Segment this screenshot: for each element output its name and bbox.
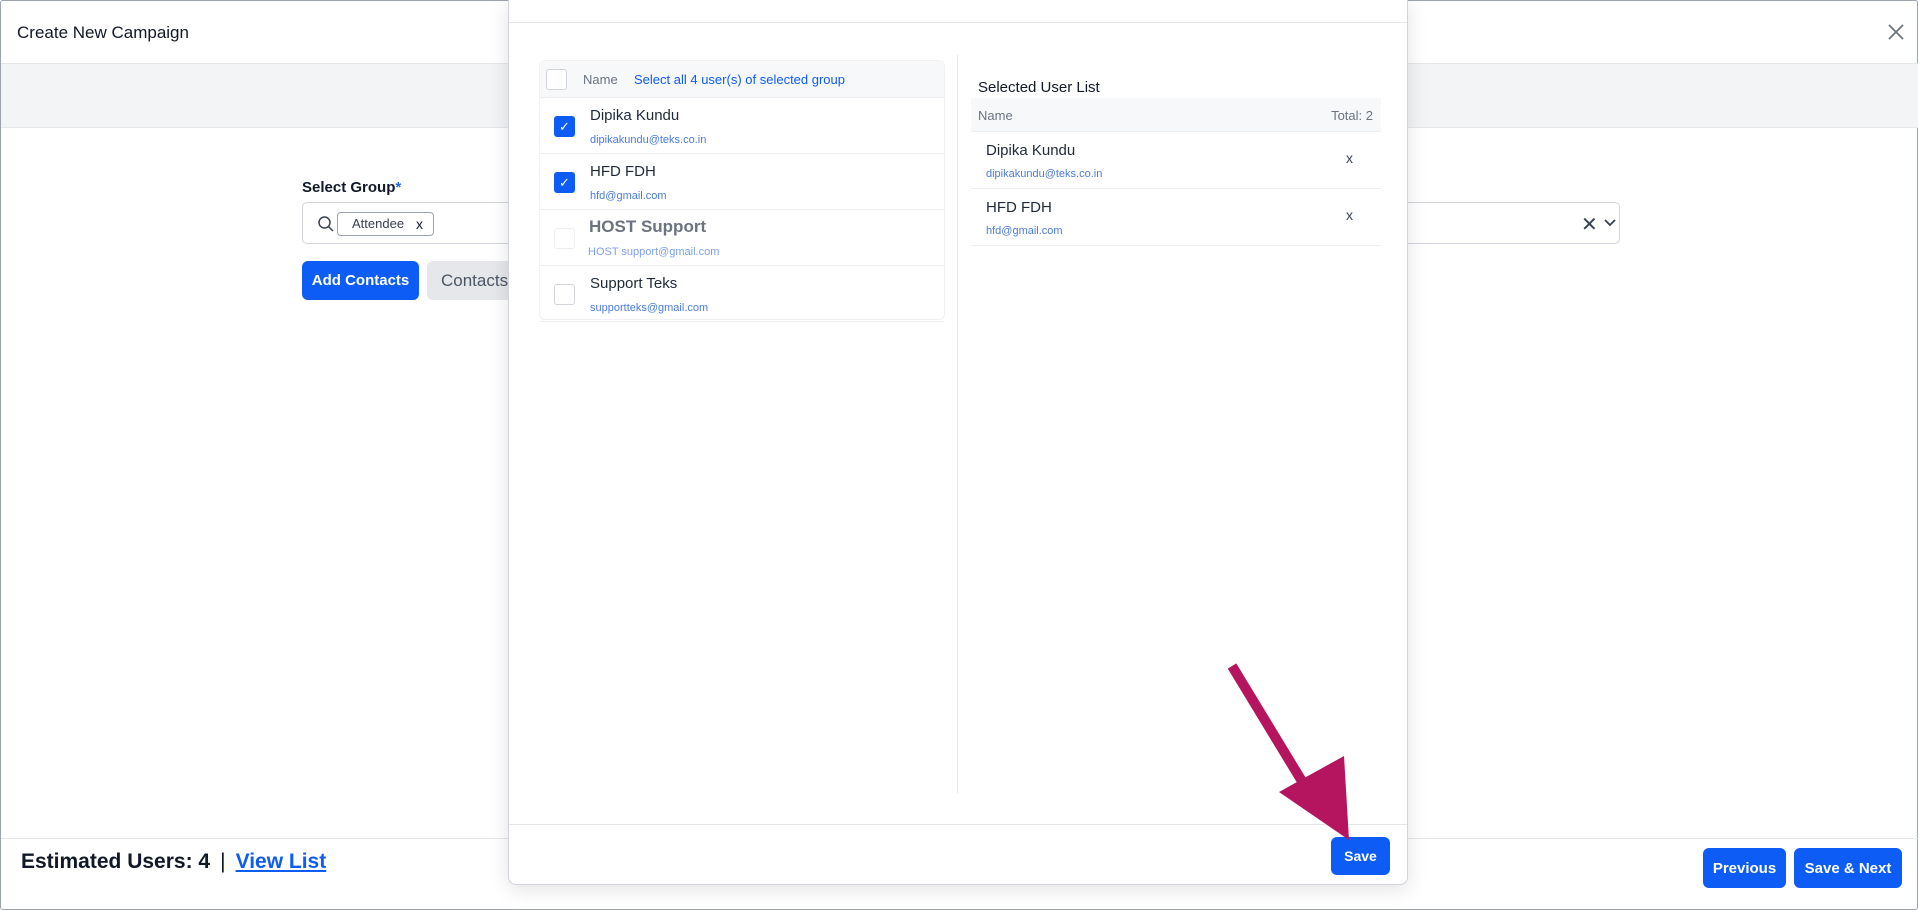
user-checkbox[interactable]: ✓ <box>554 116 575 137</box>
name-column-header: Name <box>978 108 1013 123</box>
user-email: dipikakundu@teks.co.in <box>986 168 1103 180</box>
check-icon: ✓ <box>559 175 570 190</box>
name-column-header: Name <box>583 72 618 87</box>
user-email: dipikakundu@teks.co.in <box>590 134 707 146</box>
view-list-link[interactable]: View List <box>236 850 327 874</box>
remove-user-icon[interactable]: x <box>1346 207 1353 223</box>
group-chip-label: Attendee <box>352 216 405 231</box>
group-user-list: Name Select all 4 user(s) of selected gr… <box>539 60 945 322</box>
user-name: HFD FDH <box>590 163 656 180</box>
selected-user-list-header: Name Total: 2 <box>971 98 1381 132</box>
list-item[interactable]: ✓ Dipika Kundu dipikakundu@teks.co.in <box>540 98 944 154</box>
required-mark: * <box>395 179 402 196</box>
group-user-list-header: Name Select all 4 user(s) of selected gr… <box>540 61 944 98</box>
page-title: Create New Campaign <box>17 23 189 42</box>
footer-separator: | <box>220 850 226 873</box>
estimated-users: Estimated Users: 4 | View List <box>21 850 326 874</box>
user-email: HOST support@gmail.com <box>588 246 720 258</box>
select-group-label: Select Group* <box>302 179 401 196</box>
save-button[interactable]: Save <box>1331 837 1390 875</box>
user-name: Support Teks <box>590 275 678 292</box>
clear-selection-icon[interactable]: ✕ <box>1581 212 1598 237</box>
annotation-arrow <box>1227 663 1349 840</box>
remove-user-icon[interactable]: x <box>1346 150 1353 166</box>
save-next-button[interactable]: Save & Next <box>1794 848 1902 888</box>
user-name: Dipika Kundu <box>986 142 1076 159</box>
user-email: hfd@gmail.com <box>986 225 1063 237</box>
selected-user-list: Name Total: 2 Dipika Kundu dipikakundu@t… <box>971 98 1381 248</box>
select-all-link[interactable]: Select all 4 user(s) of selected group <box>634 72 845 87</box>
user-email: hfd@gmail.com <box>590 190 667 202</box>
modal-header-divider <box>509 22 1407 23</box>
select-group-label-text: Select Group <box>302 179 396 196</box>
select-all-checkbox[interactable] <box>546 69 567 90</box>
total-count: Total: 2 <box>1331 108 1373 123</box>
estimated-users-label: Estimated Users: 4 <box>21 850 211 873</box>
selected-user-list-title: Selected User List <box>978 79 1100 96</box>
add-contacts-button[interactable]: Add Contacts <box>302 261 419 300</box>
chip-remove-icon[interactable]: x <box>416 213 423 235</box>
list-item: HOST Support HOST support@gmail.com <box>540 210 944 266</box>
close-icon[interactable] <box>1885 21 1907 43</box>
list-item[interactable]: ✓ HFD FDH hfd@gmail.com <box>540 154 944 210</box>
user-name: HFD FDH <box>986 199 1052 216</box>
table-row: HFD FDH hfd@gmail.com x <box>971 189 1381 246</box>
table-row: Dipika Kundu dipikakundu@teks.co.in x <box>971 132 1381 189</box>
panel-divider <box>957 55 958 793</box>
user-checkbox[interactable] <box>554 284 575 305</box>
search-icon <box>318 216 334 232</box>
user-email: supportteks@gmail.com <box>590 302 709 314</box>
list-item[interactable]: Support Teks supportteks@gmail.com <box>540 266 944 322</box>
check-icon: ✓ <box>559 119 570 134</box>
previous-button[interactable]: Previous <box>1703 848 1786 888</box>
user-name: Dipika Kundu <box>590 107 680 124</box>
user-checkbox[interactable]: ✓ <box>554 172 575 193</box>
contacts-tab[interactable]: Contacts <box>427 261 517 300</box>
group-chip: Attendee x <box>337 212 435 236</box>
user-name: HOST Support <box>589 217 707 236</box>
chevron-down-icon[interactable] <box>1601 213 1619 231</box>
user-checkbox-disabled <box>554 228 575 249</box>
